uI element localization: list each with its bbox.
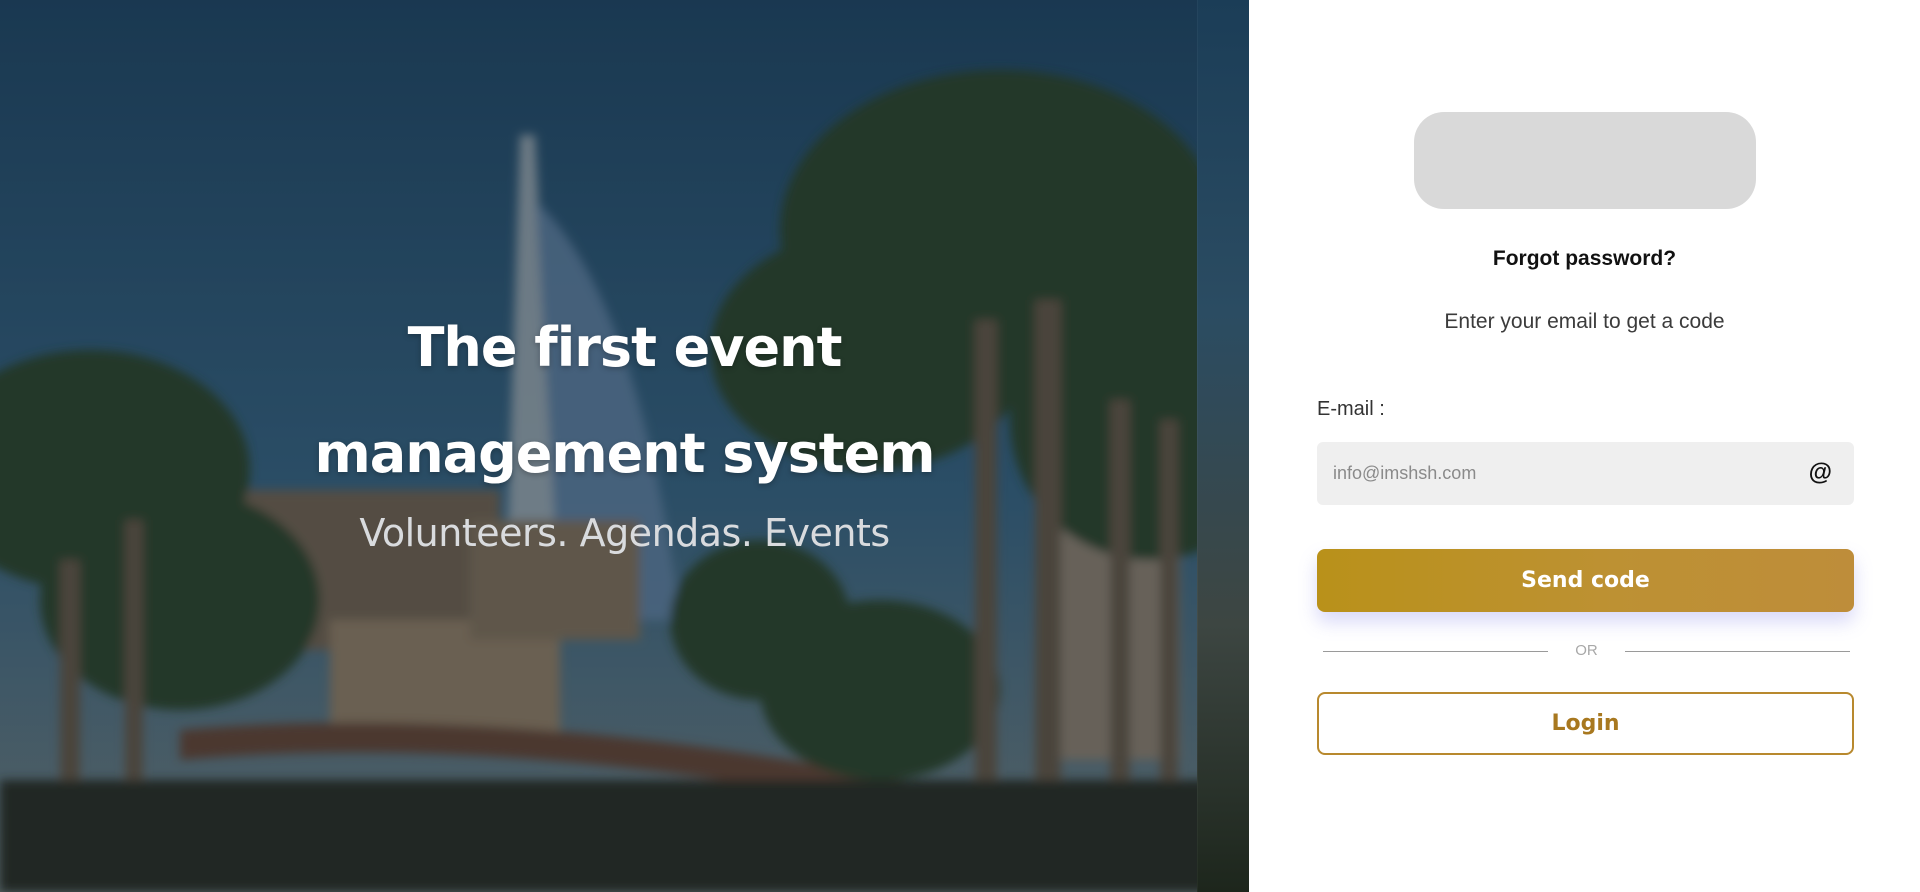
- hero-text: The first event management system Volunt…: [0, 295, 1249, 555]
- send-code-button[interactable]: Send code: [1317, 549, 1854, 612]
- login-button[interactable]: Login: [1317, 692, 1854, 755]
- email-input[interactable]: [1317, 442, 1787, 505]
- or-divider: OR: [1323, 641, 1850, 661]
- hero-title: The first event management system: [314, 316, 935, 485]
- form-heading: Forgot password?: [1492, 247, 1677, 270]
- hero-subtitle: Volunteers. Agendas. Events: [359, 511, 890, 555]
- form-subheading: Enter your email to get a code: [1444, 310, 1725, 333]
- logo-placeholder: [1414, 112, 1756, 209]
- email-field-wrapper: @: [1317, 442, 1854, 505]
- at-icon: @: [1808, 459, 1832, 486]
- email-label: E-mail :: [1317, 398, 1385, 420]
- hero-panel: The first event management system Volunt…: [0, 0, 1249, 892]
- forgot-password-panel: Forgot password? Enter your email to get…: [1249, 0, 1920, 892]
- divider-line-right: [1625, 651, 1850, 652]
